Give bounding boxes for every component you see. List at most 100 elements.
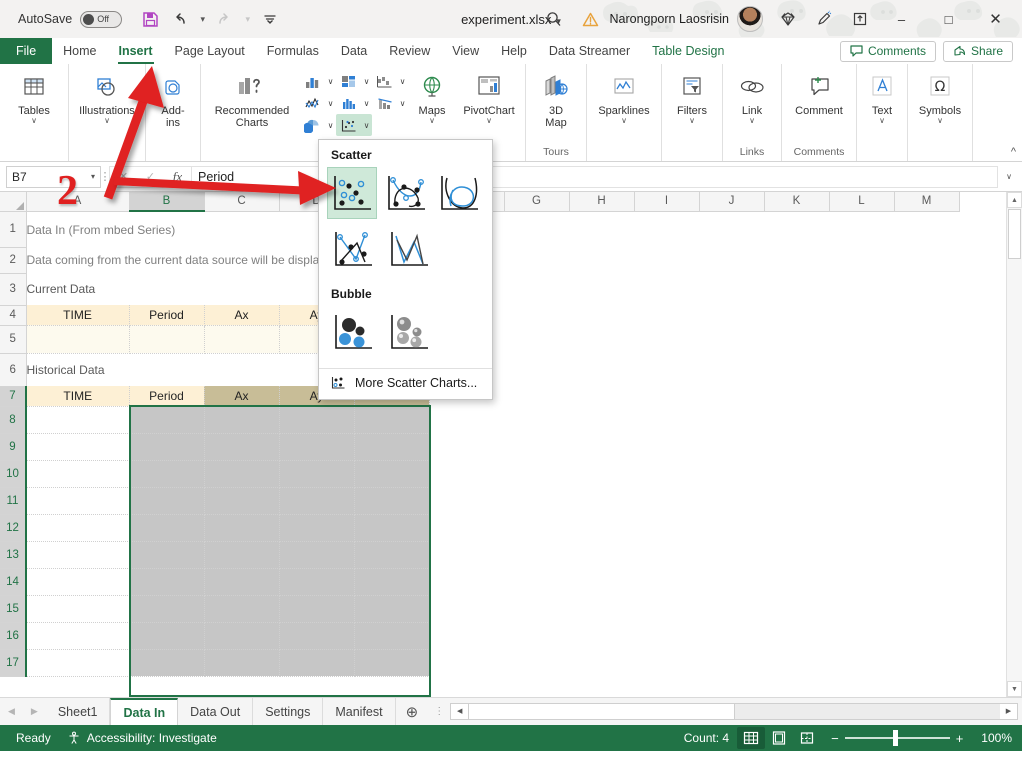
hierarchy-chart-caret[interactable]: ∨ (362, 77, 371, 86)
cell-d16[interactable] (279, 622, 355, 650)
row-header-11[interactable]: 11 (0, 487, 27, 515)
cell-d15[interactable] (279, 595, 355, 623)
cell-blank[interactable] (429, 406, 959, 433)
cell-b16[interactable] (129, 622, 205, 650)
row-header-5[interactable]: 5 (0, 325, 27, 354)
tables-caret[interactable]: ∨ (31, 117, 37, 125)
cell-c4-ax-header[interactable]: Ax (204, 305, 280, 326)
row-header-14[interactable]: 14 (0, 568, 27, 596)
row-header-4[interactable]: 4 (0, 305, 27, 326)
row-header-9[interactable]: 9 (0, 433, 27, 461)
cell-blank[interactable] (429, 568, 959, 595)
gallery-item-scatter-smooth-lines[interactable] (434, 167, 485, 219)
name-box-caret-icon[interactable]: ▾ (91, 172, 95, 181)
cell-d9[interactable] (279, 433, 355, 461)
cell-c16[interactable] (204, 622, 280, 650)
column-header-a[interactable]: A (26, 192, 130, 212)
insert-function-icon[interactable]: fx (164, 167, 191, 187)
tab-insert[interactable]: Insert (108, 38, 164, 64)
cell-c14[interactable] (204, 568, 280, 596)
zoom-in-button[interactable]: + (956, 731, 964, 746)
accessibility-status[interactable]: Accessibility: Investigate (59, 731, 225, 745)
select-all-corner[interactable] (0, 192, 27, 212)
cell-b8[interactable] (129, 406, 205, 434)
hierarchy-chart-button[interactable]: ∨ (336, 70, 372, 92)
cell-b13[interactable] (129, 541, 205, 569)
cell-a14[interactable] (26, 568, 130, 596)
ink-pen-icon[interactable] (807, 4, 841, 34)
cell-e16[interactable] (354, 622, 430, 650)
minimize-button[interactable]: – (879, 4, 924, 34)
cell-b9[interactable] (129, 433, 205, 461)
horizontal-scrollbar[interactable]: ◀ ▶ (450, 698, 1022, 725)
name-box[interactable]: B7 ▾ (6, 165, 101, 188)
cell-a13[interactable] (26, 541, 130, 569)
row-header-1[interactable]: 1 (0, 211, 27, 248)
cell-c13[interactable] (204, 541, 280, 569)
zoom-slider[interactable]: − + (821, 730, 973, 746)
column-header-k[interactable]: K (764, 192, 830, 212)
cell-c5[interactable] (204, 325, 280, 354)
cell-a5[interactable] (26, 325, 130, 354)
scroll-left-icon[interactable]: ◀ (451, 703, 469, 719)
cell-b10[interactable] (129, 460, 205, 488)
illustrations-caret[interactable]: ∨ (104, 117, 110, 125)
horizontal-scroll-rest[interactable] (735, 704, 1000, 719)
cell-b17[interactable] (129, 649, 205, 677)
cell-b7-period-header[interactable]: Period (129, 386, 205, 407)
cell-blank[interactable] (429, 325, 959, 353)
sparklines-caret[interactable]: ∨ (621, 117, 627, 125)
cell-e10[interactable] (354, 460, 430, 488)
tab-data[interactable]: Data (330, 38, 378, 64)
column-header-c[interactable]: C (204, 192, 280, 212)
cell-e8[interactable] (354, 406, 430, 434)
scatter-chart-caret[interactable]: ∨ (362, 121, 371, 130)
vertical-scrollbar[interactable]: ▲ ▼ (1006, 192, 1022, 697)
normal-view-icon[interactable] (737, 727, 766, 749)
cancel-icon[interactable]: ✕ (110, 167, 137, 187)
cell-blank[interactable] (429, 514, 959, 541)
add-sheet-button[interactable]: ⊕ (396, 698, 429, 725)
row-header-8[interactable]: 8 (0, 406, 27, 434)
scroll-right-icon[interactable]: ▶ (1000, 703, 1017, 719)
row-header-3[interactable]: 3 (0, 273, 27, 306)
sparklines-button[interactable]: Sparklines ∨ (590, 67, 658, 125)
cell-b15[interactable] (129, 595, 205, 623)
page-layout-view-icon[interactable] (765, 727, 793, 749)
zoom-thumb[interactable] (892, 730, 898, 746)
search-icon[interactable] (537, 4, 571, 34)
row-header-10[interactable]: 10 (0, 460, 27, 488)
tab-file[interactable]: File (0, 38, 53, 64)
zoom-out-button[interactable]: − (831, 731, 839, 746)
line-chart-caret[interactable]: ∨ (326, 99, 335, 108)
sheet-tab-data-out[interactable]: Data Out (178, 698, 254, 725)
column-header-g[interactable]: G (504, 192, 570, 212)
cell-c15[interactable] (204, 595, 280, 623)
tab-view[interactable]: View (441, 38, 490, 64)
tab-data-streamer[interactable]: Data Streamer (538, 38, 641, 64)
row-header-12[interactable]: 12 (0, 514, 27, 542)
enter-icon[interactable]: ✓ (137, 167, 164, 187)
expand-formula-bar-icon[interactable]: ∨ (998, 172, 1020, 181)
cell-blank[interactable] (429, 595, 959, 622)
tab-help[interactable]: Help (490, 38, 538, 64)
previous-sheet-icon[interactable]: ◀ (8, 706, 15, 717)
cell-a15[interactable] (26, 595, 130, 623)
gallery-item-bubble-3d[interactable] (383, 306, 435, 358)
gallery-item-scatter-straight-lines-markers[interactable] (327, 223, 379, 275)
cell-c11[interactable] (204, 487, 280, 515)
cell-blank[interactable] (429, 649, 959, 676)
cell-d14[interactable] (279, 568, 355, 596)
zoom-track[interactable] (844, 730, 950, 746)
sheet-tab-settings[interactable]: Settings (253, 698, 324, 725)
scatter-chart-button[interactable]: ∨ (336, 114, 372, 136)
autosave-toggle[interactable]: Off (80, 10, 123, 28)
cell-a6-section[interactable]: Historical Data (26, 353, 354, 386)
cell-c7-ax-header[interactable]: Ax (204, 386, 280, 407)
filters-button[interactable]: Filters ∨ (665, 67, 719, 125)
ribbon-display-options-icon[interactable] (843, 4, 877, 34)
horizontal-scroll-thumb[interactable] (468, 703, 736, 719)
count-status[interactable]: Count: 4 (676, 731, 737, 745)
cell-b14[interactable] (129, 568, 205, 596)
link-caret[interactable]: ∨ (749, 117, 755, 125)
